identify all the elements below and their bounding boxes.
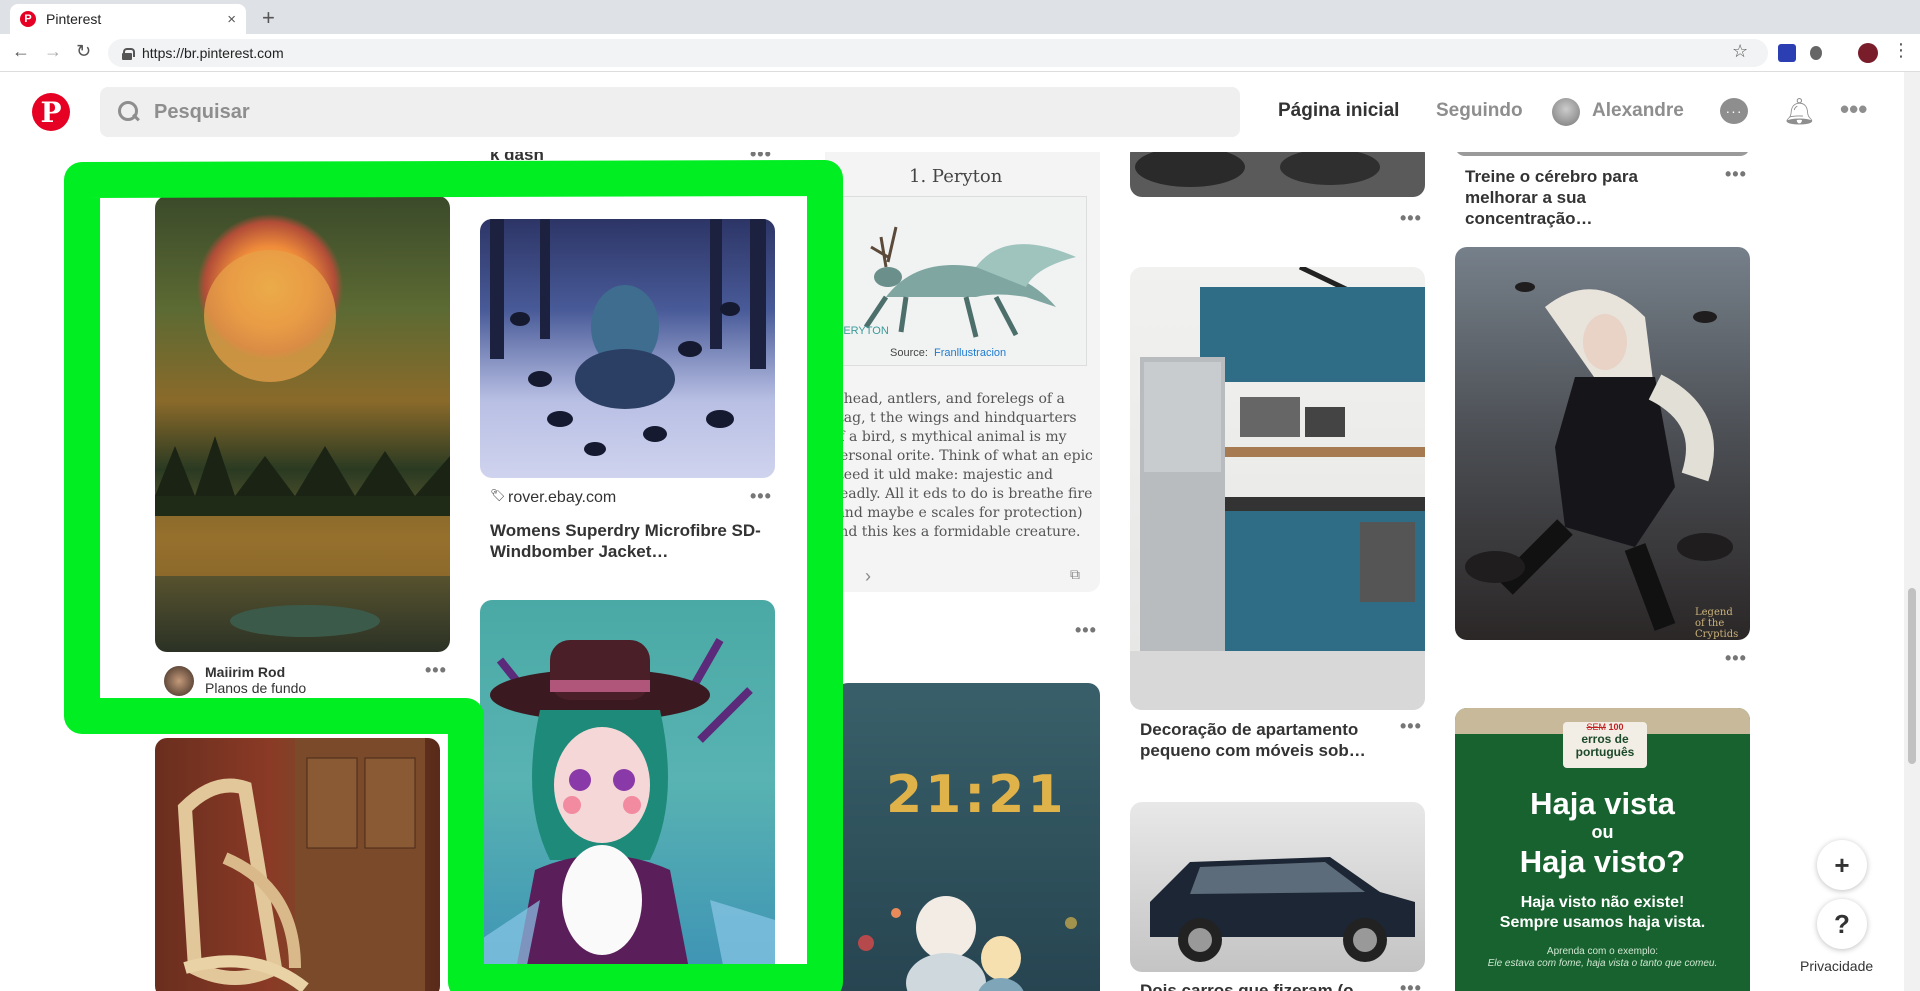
pinterest-favicon-icon: P <box>20 11 36 27</box>
haja-small2: Ele estava com fome, haja vista o tanto … <box>1487 958 1718 969</box>
pin-wooden-chair[interactable] <box>155 738 440 991</box>
pin-title[interactable]: Womens Superdry Microfibre SD-Windbomber… <box>490 520 775 562</box>
pin-shoes-partial[interactable] <box>1130 152 1425 197</box>
browser-tab[interactable]: P Pinterest × <box>10 4 246 34</box>
haja-line2: Haja visto? <box>1519 844 1686 879</box>
messages-icon[interactable]: ··· <box>1720 98 1748 124</box>
back-icon[interactable]: ← <box>12 41 30 62</box>
bookmark-star-icon[interactable]: ☆ <box>1732 41 1748 62</box>
next-arrow-icon[interactable]: › <box>865 566 871 587</box>
pin-more-button[interactable]: ••• <box>1400 716 1422 737</box>
haja-line1: Haja vista <box>1530 786 1675 821</box>
clock-illustration <box>858 896 1077 991</box>
pin-more-button[interactable]: ••• <box>1400 978 1422 991</box>
pin-crows-snow[interactable] <box>480 219 775 478</box>
address-bar-row: ← → ↻ https://br.pinterest.com ☆ ⋮ <box>0 34 1920 72</box>
browser-menu-icon[interactable]: ⋮ <box>1892 40 1910 61</box>
privacy-link[interactable]: Privacidade <box>1800 958 1874 974</box>
wooden-chair-image <box>177 738 425 991</box>
anime-girl-image <box>480 638 775 991</box>
cars-image <box>1150 857 1415 962</box>
tab-title: Pinterest <box>46 11 102 27</box>
search-icon <box>118 101 140 123</box>
pin-clock-2121[interactable]: 21:21 <box>836 683 1100 991</box>
avatar[interactable] <box>1552 98 1580 126</box>
pin-author-avatar[interactable] <box>164 666 194 696</box>
dark-warrior-image <box>1465 282 1733 631</box>
pinterest-logo-icon[interactable]: P <box>32 93 70 131</box>
pin-source-link[interactable]: rover.ebay.com <box>508 489 616 507</box>
help-button[interactable]: ? <box>1817 899 1867 949</box>
pin-title-partial[interactable]: k dash <box>490 152 544 165</box>
source-label: Source: <box>890 347 928 359</box>
pin-more-button[interactable]: ••• <box>1400 208 1422 229</box>
haja-sub2: Sempre usamos haja vista. <box>1499 914 1706 931</box>
nav-profile[interactable]: Alexandre <box>1592 100 1684 122</box>
haja-ou: ou <box>1591 822 1614 842</box>
pin-image-partial[interactable] <box>1455 152 1750 156</box>
new-tab-button[interactable]: + <box>262 5 275 31</box>
haja-badge: SEM 100 erros de português <box>1563 722 1647 768</box>
legend-of-cryptids-logo: Legend of the Cryptids <box>1695 607 1739 640</box>
pin-haja-vista[interactable]: SEM 100 erros de português Haja vista ou… <box>1455 708 1750 991</box>
haja-small1: Aprenda com o exemplo: <box>1546 946 1659 957</box>
article-text: e head, antlers, and forelegs of a stag,… <box>831 391 1093 540</box>
pin-title[interactable]: Dois carros que fizeram (o… <box>1140 980 1410 991</box>
reload-icon[interactable]: ↻ <box>76 41 91 62</box>
tab-close-icon[interactable]: × <box>227 11 236 28</box>
pin-more-button[interactable]: ••• <box>425 660 447 681</box>
lock-icon <box>122 47 135 60</box>
pin-title[interactable]: Decoração de apartamento pequeno com móv… <box>1140 719 1410 761</box>
url-text: https://br.pinterest.com <box>142 45 284 61</box>
pin-more-button[interactable]: ••• <box>1725 164 1747 185</box>
moon-lake-image <box>155 250 450 637</box>
forward-icon[interactable]: → <box>44 41 62 62</box>
kitchen-image <box>1130 267 1425 710</box>
open-external-icon[interactable]: ⧉ <box>1070 566 1080 583</box>
nav-following[interactable]: Seguindo <box>1436 100 1523 122</box>
search-bar[interactable] <box>100 87 1240 137</box>
haja-sub1: Haja visto não existe! <box>1520 894 1685 911</box>
extension-z-icon[interactable] <box>1778 44 1796 62</box>
pin-kitchen[interactable] <box>1130 267 1425 710</box>
article-heading: 1. Peryton <box>909 166 1003 187</box>
nav-home[interactable]: Página inicial <box>1278 100 1399 122</box>
tag-icon: 🏷︎ <box>490 488 506 502</box>
pin-title[interactable]: Treine o cérebro para melhorar a sua con… <box>1465 166 1715 229</box>
peryton-logo-text: PERYTON <box>836 325 889 337</box>
pin-moon-lake[interactable] <box>155 196 450 652</box>
peryton-image: PERYTON Source: Franllustracion <box>825 196 1087 366</box>
pin-more-button[interactable]: ••• <box>1725 648 1747 669</box>
notifications-bell-icon[interactable]: 🔔︎ <box>1783 96 1816 127</box>
profile-avatar-icon[interactable] <box>1858 43 1878 63</box>
add-pin-button[interactable]: + <box>1817 840 1867 890</box>
pin-peryton-article[interactable]: 1. Peryton PERYTON Source: Franllustraci… <box>825 152 1100 592</box>
pinterest-header: P Página inicial Seguindo Alexandre ··· … <box>0 72 1904 152</box>
pin-more-button[interactable]: ••• <box>750 486 772 507</box>
pin-feed: Maiirim Rod Planos de fundo ••• k dash •… <box>0 152 1904 991</box>
scrollbar-thumb[interactable] <box>1908 588 1916 764</box>
crows-snow-image <box>490 219 766 456</box>
more-options-icon[interactable]: ••• <box>1840 94 1867 125</box>
browser-tab-bar: P Pinterest × + <box>0 0 1920 34</box>
pin-more-button[interactable]: ••• <box>750 152 772 165</box>
pin-author-board[interactable]: Planos de fundo <box>205 680 306 696</box>
extension-bulb-icon[interactable] <box>1810 46 1822 60</box>
search-input[interactable] <box>154 100 1054 124</box>
pin-cars[interactable] <box>1130 802 1425 972</box>
pin-anime-girl-hat[interactable] <box>480 600 775 991</box>
pin-dark-warrior[interactable]: Legend of the Cryptids <box>1455 247 1750 640</box>
page-scrollbar[interactable] <box>1904 72 1920 991</box>
source-link[interactable]: Franllustracion <box>934 347 1006 359</box>
url-field[interactable]: https://br.pinterest.com <box>108 39 1768 67</box>
pin-more-button[interactable]: ••• <box>1075 620 1097 641</box>
